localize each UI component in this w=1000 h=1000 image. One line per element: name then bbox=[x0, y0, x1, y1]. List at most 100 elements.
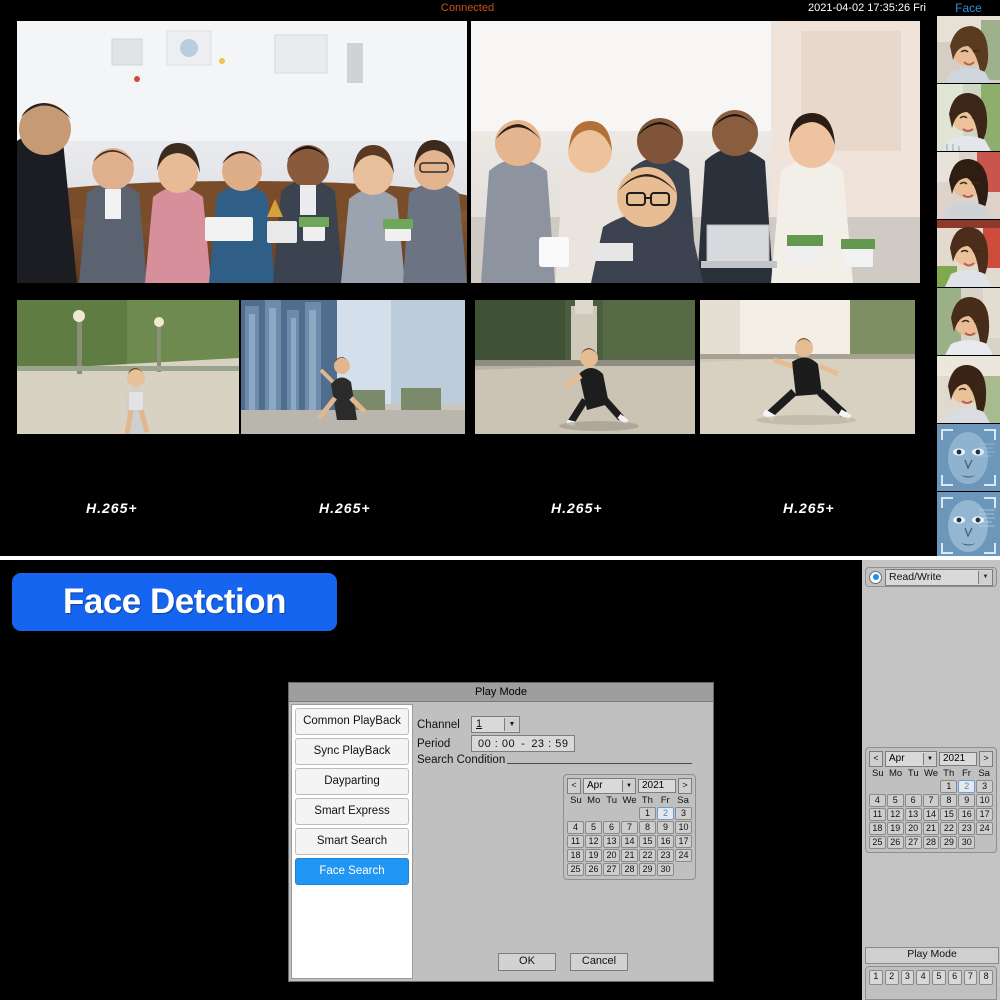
calendar-day-5[interactable]: 5 bbox=[585, 821, 602, 834]
calendar-day-30[interactable]: 30 bbox=[958, 836, 975, 849]
rp-calendar-year-value[interactable]: 2021 bbox=[939, 752, 977, 766]
calendar-day-15[interactable]: 15 bbox=[940, 808, 957, 821]
calendar-day-19[interactable]: 19 bbox=[585, 849, 602, 862]
calendar-day-6[interactable]: 6 bbox=[905, 794, 922, 807]
calendar-day-12[interactable]: 12 bbox=[887, 808, 904, 821]
calendar-day-24[interactable]: 24 bbox=[675, 849, 692, 862]
channel-button-5[interactable]: 5 bbox=[932, 970, 946, 985]
sidebar-item-smart-search[interactable]: Smart Search bbox=[295, 828, 409, 855]
calendar-day-2[interactable]: 2 bbox=[657, 807, 674, 820]
calendar-day-26[interactable]: 26 bbox=[887, 836, 904, 849]
calendar-day-25[interactable]: 25 bbox=[869, 836, 886, 849]
calendar-day-28[interactable]: 28 bbox=[621, 863, 638, 876]
cancel-button[interactable]: Cancel bbox=[570, 953, 628, 971]
calendar-day-10[interactable]: 10 bbox=[976, 794, 993, 807]
calendar-day-15[interactable]: 15 bbox=[639, 835, 656, 848]
date-picker-calendar[interactable]: < Apr ▼ 2021 > Su Mo Tu We bbox=[563, 774, 696, 880]
calendar-day-10[interactable]: 10 bbox=[675, 821, 692, 834]
video-tile-channel-2[interactable] bbox=[471, 21, 920, 283]
channel-button-8[interactable]: 8 bbox=[979, 970, 993, 985]
calendar-next-button[interactable]: > bbox=[678, 778, 692, 794]
face-snapshot-4[interactable] bbox=[937, 220, 1000, 288]
calendar-month-select[interactable]: Apr ▼ bbox=[583, 778, 636, 794]
calendar-day-20[interactable]: 20 bbox=[905, 822, 922, 835]
calendar-day-29[interactable]: 29 bbox=[940, 836, 957, 849]
calendar-day-8[interactable]: 8 bbox=[940, 794, 957, 807]
calendar-day-29[interactable]: 29 bbox=[639, 863, 656, 876]
calendar-day-17[interactable]: 17 bbox=[675, 835, 692, 848]
calendar-day-22[interactable]: 22 bbox=[639, 849, 656, 862]
ok-button[interactable]: OK bbox=[498, 953, 556, 971]
period-input[interactable]: 00 : 00 - 23 : 59 bbox=[471, 735, 575, 752]
calendar-day-13[interactable]: 13 bbox=[905, 808, 922, 821]
calendar-day-7[interactable]: 7 bbox=[923, 794, 940, 807]
calendar-day-3[interactable]: 3 bbox=[976, 780, 993, 793]
calendar-year-value[interactable]: 2021 bbox=[638, 779, 676, 793]
calendar-day-12[interactable]: 12 bbox=[585, 835, 602, 848]
face-snapshot-1[interactable] bbox=[937, 16, 1000, 84]
channel-button-3[interactable]: 3 bbox=[901, 970, 915, 985]
calendar-day-23[interactable]: 23 bbox=[657, 849, 674, 862]
storage-mode-select[interactable]: Read/Write ▼ bbox=[885, 569, 993, 586]
right-panel-play-mode-label[interactable]: Play Mode bbox=[865, 947, 999, 964]
calendar-day-2[interactable]: 2 bbox=[958, 780, 975, 793]
calendar-day-25[interactable]: 25 bbox=[567, 863, 584, 876]
calendar-day-14[interactable]: 14 bbox=[621, 835, 638, 848]
calendar-day-27[interactable]: 27 bbox=[905, 836, 922, 849]
calendar-day-21[interactable]: 21 bbox=[923, 822, 940, 835]
calendar-day-17[interactable]: 17 bbox=[976, 808, 993, 821]
right-panel-calendar[interactable]: < Apr ▼ 2021 > Su Mo Tu We Th Fr Sa 1234… bbox=[865, 747, 997, 853]
face-snapshot-7[interactable] bbox=[937, 424, 1000, 492]
calendar-day-4[interactable]: 4 bbox=[869, 794, 886, 807]
face-snapshot-6[interactable] bbox=[937, 356, 1000, 424]
calendar-day-22[interactable]: 22 bbox=[940, 822, 957, 835]
calendar-day-13[interactable]: 13 bbox=[603, 835, 620, 848]
channel-button-4[interactable]: 4 bbox=[916, 970, 930, 985]
calendar-day-3[interactable]: 3 bbox=[675, 807, 692, 820]
calendar-prev-button[interactable]: < bbox=[567, 778, 581, 794]
calendar-day-16[interactable]: 16 bbox=[958, 808, 975, 821]
channel-button-1[interactable]: 1 bbox=[869, 970, 883, 985]
calendar-day-24[interactable]: 24 bbox=[976, 822, 993, 835]
calendar-day-18[interactable]: 18 bbox=[567, 849, 584, 862]
calendar-day-16[interactable]: 16 bbox=[657, 835, 674, 848]
calendar-day-6[interactable]: 6 bbox=[603, 821, 620, 834]
calendar-day-9[interactable]: 9 bbox=[958, 794, 975, 807]
face-snapshot-8[interactable] bbox=[937, 492, 1000, 558]
calendar-day-1[interactable]: 1 bbox=[940, 780, 957, 793]
calendar-day-1[interactable]: 1 bbox=[639, 807, 656, 820]
face-snapshot-3[interactable] bbox=[937, 152, 1000, 220]
sidebar-item-smart-express[interactable]: Smart Express bbox=[295, 798, 409, 825]
calendar-day-19[interactable]: 19 bbox=[887, 822, 904, 835]
video-tile-channel-1[interactable] bbox=[17, 21, 467, 283]
rp-calendar-prev-button[interactable]: < bbox=[869, 751, 883, 767]
video-tile-channel-5[interactable] bbox=[475, 300, 695, 434]
rp-calendar-next-button[interactable]: > bbox=[979, 751, 993, 767]
calendar-day-23[interactable]: 23 bbox=[958, 822, 975, 835]
calendar-day-14[interactable]: 14 bbox=[923, 808, 940, 821]
calendar-day-26[interactable]: 26 bbox=[585, 863, 602, 876]
channel-button-6[interactable]: 6 bbox=[948, 970, 962, 985]
calendar-day-18[interactable]: 18 bbox=[869, 822, 886, 835]
channel-button-2[interactable]: 2 bbox=[885, 970, 899, 985]
sidebar-item-face-search[interactable]: Face Search bbox=[295, 858, 409, 885]
video-tile-channel-4[interactable] bbox=[241, 300, 465, 434]
face-snapshot-strip[interactable] bbox=[937, 16, 1000, 558]
video-tile-channel-6[interactable] bbox=[700, 300, 915, 434]
calendar-day-4[interactable]: 4 bbox=[567, 821, 584, 834]
radio-button-icon[interactable] bbox=[869, 571, 882, 584]
calendar-day-27[interactable]: 27 bbox=[603, 863, 620, 876]
calendar-day-7[interactable]: 7 bbox=[621, 821, 638, 834]
calendar-day-8[interactable]: 8 bbox=[639, 821, 656, 834]
sidebar-item-dayparting[interactable]: Dayparting bbox=[295, 768, 409, 795]
calendar-day-20[interactable]: 20 bbox=[603, 849, 620, 862]
calendar-day-21[interactable]: 21 bbox=[621, 849, 638, 862]
calendar-day-11[interactable]: 11 bbox=[869, 808, 886, 821]
calendar-day-30[interactable]: 30 bbox=[657, 863, 674, 876]
channel-select[interactable]: 1 ▼ bbox=[471, 716, 520, 733]
calendar-day-9[interactable]: 9 bbox=[657, 821, 674, 834]
calendar-day-5[interactable]: 5 bbox=[887, 794, 904, 807]
video-tile-channel-3[interactable] bbox=[17, 300, 239, 434]
channel-button-7[interactable]: 7 bbox=[964, 970, 978, 985]
face-snapshot-2[interactable] bbox=[937, 84, 1000, 152]
